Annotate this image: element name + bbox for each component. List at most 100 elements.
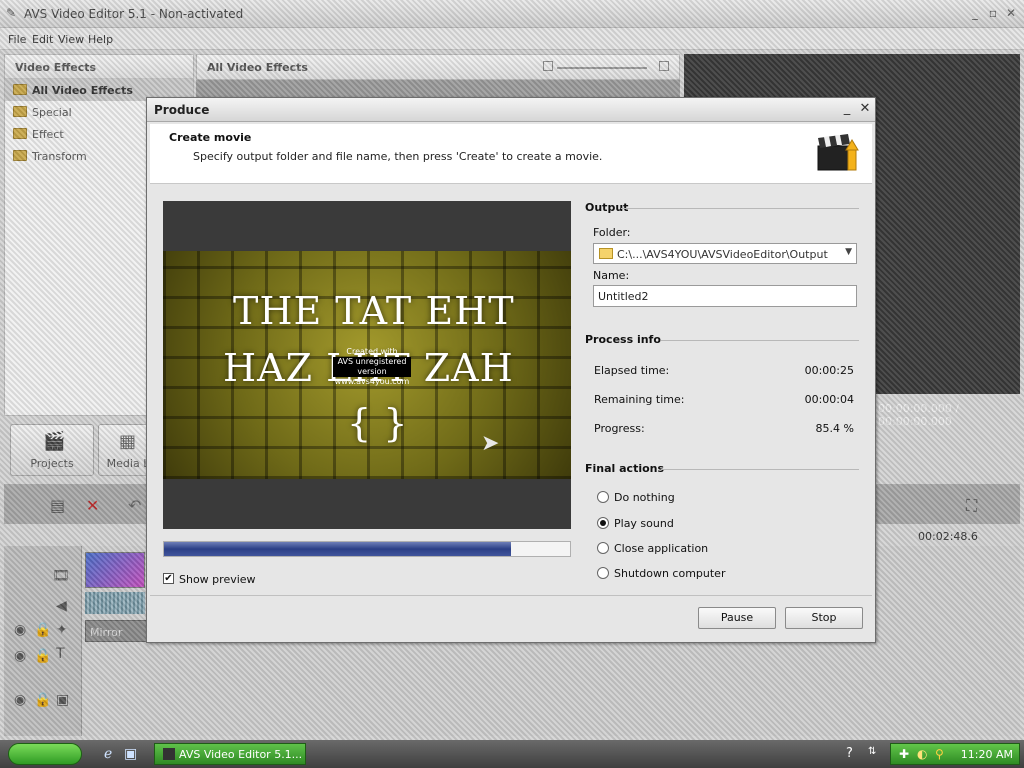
fit-icon[interactable]: ⛶ [966, 496, 977, 516]
storyboard-icon[interactable]: ▤ [50, 496, 65, 515]
show-preview-checkbox[interactable]: ✔ [163, 573, 174, 584]
audio-clip[interactable] [85, 592, 145, 614]
progress-label: Progress: [594, 422, 645, 435]
radio-shutdown-computer[interactable] [597, 567, 609, 579]
lock-icon[interactable]: 🔒 [34, 692, 51, 708]
taskbar-item-label: AVS Video Editor 5.1... [179, 748, 303, 761]
system-tray: ✚ ◐ ⚲ 11:20 AM [890, 743, 1020, 765]
clapperboard-icon [817, 134, 859, 171]
folder-icon [13, 150, 27, 161]
eye-icon[interactable]: ◉ [14, 622, 26, 638]
process-info-section-title: Process info [585, 333, 661, 346]
thumb-size-slider[interactable] [557, 67, 647, 69]
taskbar-item-avs-video-editor[interactable]: AVS Video Editor 5.1... [154, 743, 306, 765]
small-thumbs-icon[interactable] [543, 61, 553, 71]
preview-video-frame: THE TAT EHT HAZ LIIT ZAH { } Created wit… [163, 251, 571, 479]
effects-item-label: Special [32, 106, 72, 119]
video-track-icon: 🎞 [52, 568, 70, 584]
projects-label: Projects [30, 457, 74, 470]
shield-icon[interactable]: ✚ [899, 747, 909, 761]
minimize-icon[interactable]: _ [839, 101, 855, 117]
effects-item-label: Effect [32, 128, 64, 141]
taskbar-clock: 11:20 AM [960, 748, 1013, 761]
radio-play-sound[interactable] [597, 517, 609, 529]
folder-select[interactable]: C:\...\AVS4YOU\AVSVideoEditor\Output ▼ [593, 243, 857, 264]
app-title: AVS Video Editor 5.1 - Non-activated [24, 7, 244, 21]
remaining-time-label: Remaining time: [594, 393, 685, 406]
header-subtitle: Specify output folder and file name, the… [193, 150, 603, 163]
remaining-time-value: 00:00:04 [804, 393, 854, 406]
pause-button[interactable]: Pause [698, 607, 776, 629]
process-info-divider [661, 340, 859, 341]
dialog-header: Create movie Specify output folder and f… [150, 124, 872, 184]
effects-item-label: All Video Effects [32, 84, 133, 97]
video-clip[interactable] [85, 552, 145, 588]
media-icon: ▦ [119, 431, 137, 452]
footer-divider [150, 595, 872, 596]
antivirus-icon[interactable]: ◐ [917, 747, 927, 761]
menu-edit[interactable]: Edit [32, 33, 53, 46]
internet-explorer-icon[interactable]: ℯ [104, 746, 112, 762]
large-thumbs-icon[interactable] [659, 61, 669, 71]
watermark: Created with AVS unregistered version ww… [333, 347, 411, 386]
network-icon[interactable]: ⇅ [868, 746, 876, 757]
progress-fill [164, 542, 511, 556]
audio-track-icon: ◀ [56, 598, 67, 614]
folder-label: Folder: [593, 226, 631, 239]
lock-icon[interactable]: 🔒 [34, 622, 51, 638]
name-input[interactable] [593, 285, 857, 307]
radio-do-nothing[interactable] [597, 491, 609, 503]
radio-close-application[interactable] [597, 542, 609, 554]
search-icon[interactable]: ⚲ [935, 747, 944, 761]
header-title: Create movie [169, 131, 252, 144]
text-track-icon: T [56, 646, 65, 662]
undo-icon[interactable]: ↶ [128, 496, 141, 515]
stop-button[interactable]: Stop [785, 607, 863, 629]
produce-dialog: Produce _ ✕ Create movie Specify output … [146, 97, 876, 643]
preview-text-line1: THE TAT EHT [233, 289, 515, 333]
radio-close-application-label: Close application [614, 542, 709, 555]
gallery-header: All Video Effects [196, 54, 680, 80]
folder-icon [13, 84, 27, 95]
projects-button[interactable]: 🎬 Projects [10, 424, 94, 476]
produce-progress-bar [163, 541, 571, 557]
watermark-bottom: www.avs4you.com [334, 377, 410, 386]
elapsed-time-row: Elapsed time: 00:00:25 [594, 364, 857, 378]
start-button[interactable] [8, 743, 82, 765]
show-preview-label: Show preview [179, 573, 256, 586]
final-actions-divider [661, 469, 859, 470]
video-effects-header: Video Effects [5, 55, 193, 79]
menu-help[interactable]: Help [88, 33, 113, 46]
avs-app-icon [163, 748, 175, 760]
progress-row: Progress: 85.4 % [594, 422, 857, 436]
minimize-icon[interactable]: _ [968, 6, 982, 20]
eye-icon[interactable]: ◉ [14, 648, 26, 664]
watermark-top: Created with [346, 347, 398, 356]
close-icon[interactable]: ✕ [857, 101, 873, 117]
menubar: File Edit View Help [0, 28, 1024, 50]
delete-icon[interactable]: ✕ [86, 496, 99, 515]
folder-icon [13, 128, 27, 139]
restore-icon[interactable]: ▫ [986, 6, 1000, 20]
eye-icon[interactable]: ◉ [14, 692, 26, 708]
folder-icon [13, 106, 27, 117]
help-icon[interactable]: ? [846, 746, 853, 761]
name-label: Name: [593, 269, 630, 282]
elapsed-time-value: 00:00:25 [804, 364, 854, 377]
menu-view[interactable]: View [58, 33, 84, 46]
radio-shutdown-computer-label: Shutdown computer [614, 567, 726, 580]
dialog-titlebar: Produce _ ✕ [147, 98, 875, 122]
gallery-title: All Video Effects [207, 61, 308, 74]
close-icon[interactable]: ✕ [1004, 6, 1018, 20]
menu-file[interactable]: File [8, 33, 26, 46]
dialog-title: Produce [154, 103, 210, 117]
clapper-icon: 🎬 [43, 431, 66, 452]
media-library-label: Media L [106, 457, 150, 470]
chevron-down-icon[interactable]: ▼ [845, 247, 852, 257]
desktop-icon[interactable]: ▣ [124, 746, 137, 762]
folder-icon [599, 248, 613, 259]
watermark-middle: AVS unregistered version [333, 357, 411, 377]
preview-timecode: 00:00:00.000 / 00:00:00.000 [878, 402, 960, 428]
lock-icon[interactable]: 🔒 [34, 648, 51, 664]
mouse-cursor-icon: ➤ [481, 431, 500, 456]
